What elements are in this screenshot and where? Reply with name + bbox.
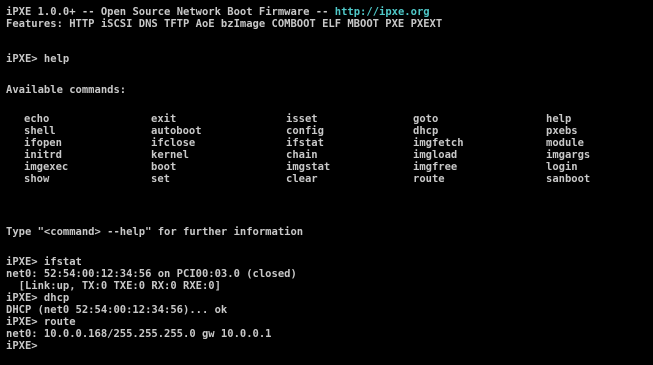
command-item: set — [151, 173, 170, 185]
prompt-route: iPXE> route — [6, 316, 76, 328]
prompt-ifstat: iPXE> ifstat — [6, 256, 82, 268]
command-row: imgexec boot imgstat imgfree login — [24, 161, 578, 173]
command-item: route — [413, 173, 445, 185]
command-item: dhcp — [413, 125, 439, 137]
command-item: login — [546, 161, 578, 173]
command-item: sanboot — [546, 173, 591, 185]
header-separator: -- — [309, 6, 335, 18]
command-item: exit — [151, 113, 177, 125]
command-item: ifstat — [286, 137, 324, 149]
command-item: imgfetch — [413, 137, 464, 149]
command-item: boot — [151, 161, 177, 173]
version-text: iPXE 1.0.0+ — [6, 6, 76, 18]
command-item: help — [546, 113, 572, 125]
command-item: show — [24, 173, 50, 185]
command-item: config — [286, 125, 324, 137]
route-output-line: net0: 10.0.0.168/255.255.255.0 gw 10.0.0… — [6, 328, 272, 340]
header-line: iPXE 1.0.0+ -- Open Source Network Boot … — [6, 6, 430, 18]
command-item: imgargs — [546, 149, 591, 161]
command-item: isset — [286, 113, 318, 125]
command-item: clear — [286, 173, 318, 185]
command-item: echo — [24, 113, 50, 125]
command-item: imgexec — [24, 161, 69, 173]
command-item: pxebs — [546, 125, 578, 137]
command-item: ifopen — [24, 137, 62, 149]
ifstat-output-line: [Link:up, TX:0 TXE:0 RX:0 RXE:0] — [6, 280, 221, 292]
command-item: imgstat — [286, 161, 331, 173]
available-commands-heading: Available commands: — [6, 84, 127, 96]
prompt-help: iPXE> help — [6, 53, 70, 65]
command-item: chain — [286, 149, 318, 161]
header-separator: -- — [75, 6, 101, 18]
command-row: echo exit isset goto help — [24, 113, 571, 125]
help-hint: Type "<command> --help" for further info… — [6, 226, 304, 238]
command-item: ifclose — [151, 137, 196, 149]
command-item: module — [546, 137, 584, 149]
prompt-final: iPXE> — [6, 340, 44, 352]
command-row: ifopen ifclose ifstat imgfetch module — [24, 137, 584, 149]
dhcp-output-line: DHCP (net0 52:54:00:12:34:56)... ok — [6, 304, 228, 316]
terminal-console[interactable]: iPXE 1.0.0+ -- Open Source Network Boot … — [6, 6, 647, 359]
features-line: Features: HTTP iSCSI DNS TFTP AoE bzImag… — [6, 18, 443, 30]
tagline-text: Open Source Network Boot Firmware — [100, 6, 310, 18]
command-row: initrd kernel chain imgload imgargs — [24, 149, 590, 161]
command-item: autoboot — [151, 125, 202, 137]
command-item: goto — [413, 113, 439, 125]
ifstat-output-line: net0: 52:54:00:12:34:56 on PCI00:03.0 (c… — [6, 268, 297, 280]
command-item: shell — [24, 125, 56, 137]
command-item: initrd — [24, 149, 62, 161]
command-item: kernel — [151, 149, 189, 161]
ipxe-url-link[interactable]: http://ipxe.org — [335, 6, 430, 18]
command-row: shell autoboot config dhcp pxebs — [24, 125, 578, 137]
prompt-dhcp: iPXE> dhcp — [6, 292, 70, 304]
command-prompt-input[interactable]: iPXE> — [6, 340, 51, 352]
command-item: imgload — [413, 149, 458, 161]
command-item: imgfree — [413, 161, 458, 173]
command-row: show set clear route sanboot — [24, 173, 590, 185]
